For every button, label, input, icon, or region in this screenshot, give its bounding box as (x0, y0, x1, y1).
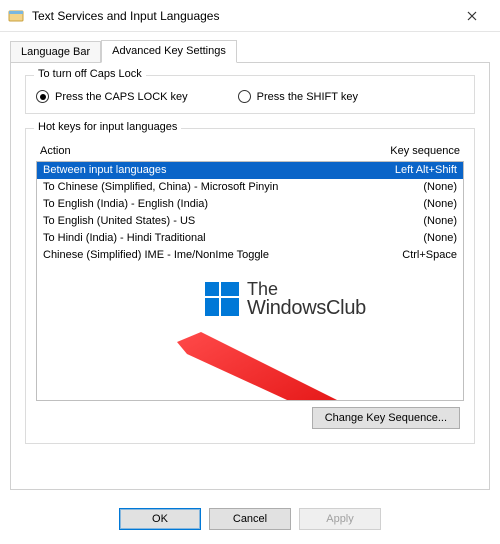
row-key: Ctrl+Space (357, 249, 457, 261)
col-header-action: Action (40, 145, 360, 157)
row-key: Left Alt+Shift (357, 164, 457, 176)
watermark-line1: The (247, 280, 366, 298)
ok-button[interactable]: OK (119, 508, 201, 530)
window-title: Text Services and Input Languages (32, 9, 452, 23)
capslock-group-label: To turn off Caps Lock (34, 68, 146, 80)
hotkeys-listbox[interactable]: Between input languages Left Alt+Shift T… (36, 161, 464, 401)
radio-caps-lock-key[interactable]: Press the CAPS LOCK key (36, 90, 188, 103)
hotkeys-group: Hot keys for input languages Action Key … (25, 128, 475, 444)
change-key-sequence-button[interactable]: Change Key Sequence... (312, 407, 460, 429)
radio-icon (238, 90, 251, 103)
arrow-annotation-icon (167, 332, 397, 401)
col-header-key: Key sequence (360, 145, 460, 157)
titlebar: Text Services and Input Languages (0, 0, 500, 32)
list-row[interactable]: To English (United States) - US (None) (37, 213, 463, 230)
radio-shift-label: Press the SHIFT key (257, 91, 358, 103)
capslock-group: To turn off Caps Lock Press the CAPS LOC… (25, 75, 475, 114)
watermark-line2: WindowsClub (247, 298, 366, 318)
tab-language-bar[interactable]: Language Bar (10, 41, 101, 63)
radio-icon (36, 90, 49, 103)
windows-logo-icon (205, 282, 239, 316)
tab-content: To turn off Caps Lock Press the CAPS LOC… (10, 62, 490, 490)
list-row[interactable]: To English (India) - English (India) (No… (37, 196, 463, 213)
tab-row: Language Bar Advanced Key Settings (0, 32, 500, 62)
radio-caps-label: Press the CAPS LOCK key (55, 91, 188, 103)
hotkeys-group-label: Hot keys for input languages (34, 121, 181, 133)
cancel-button[interactable]: Cancel (209, 508, 291, 530)
watermark: The WindowsClub (205, 280, 366, 318)
row-action: Chinese (Simplified) IME - Ime/NonIme To… (43, 249, 357, 261)
list-row[interactable]: Between input languages Left Alt+Shift (37, 162, 463, 179)
row-key: (None) (357, 215, 457, 227)
row-action: To Chinese (Simplified, China) - Microso… (43, 181, 357, 193)
list-row[interactable]: Chinese (Simplified) IME - Ime/NonIme To… (37, 247, 463, 264)
app-icon (8, 8, 24, 24)
apply-button: Apply (299, 508, 381, 530)
list-row[interactable]: To Chinese (Simplified, China) - Microso… (37, 179, 463, 196)
dialog-buttons: OK Cancel Apply (0, 500, 500, 544)
list-header: Action Key sequence (36, 143, 464, 161)
row-action: To Hindi (India) - Hindi Traditional (43, 232, 357, 244)
tab-advanced-key-settings[interactable]: Advanced Key Settings (101, 40, 237, 63)
row-action: To English (United States) - US (43, 215, 357, 227)
close-button[interactable] (452, 2, 492, 30)
list-row[interactable]: To Hindi (India) - Hindi Traditional (No… (37, 230, 463, 247)
row-action: Between input languages (43, 164, 357, 176)
row-key: (None) (357, 181, 457, 193)
row-action: To English (India) - English (India) (43, 198, 357, 210)
row-key: (None) (357, 232, 457, 244)
radio-shift-key[interactable]: Press the SHIFT key (238, 90, 358, 103)
row-key: (None) (357, 198, 457, 210)
